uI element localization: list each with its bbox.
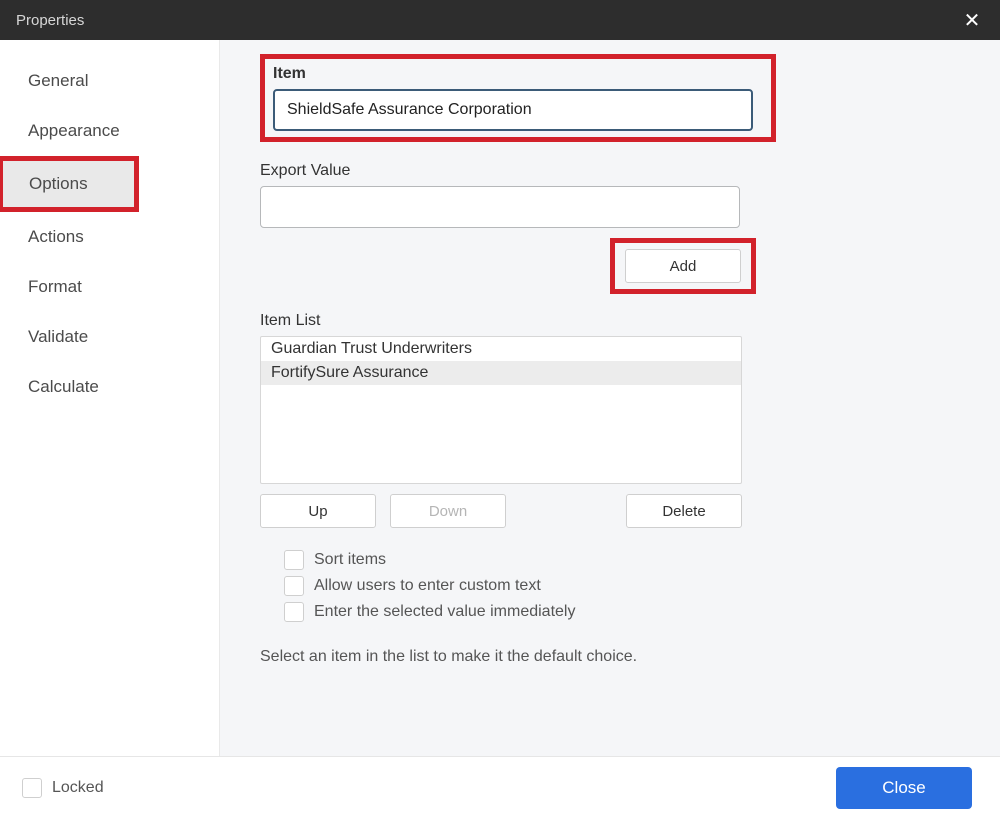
sidebar-item-general[interactable]: General [0, 56, 219, 106]
add-button[interactable]: Add [625, 249, 741, 283]
sidebar: General Appearance Options Actions Forma… [0, 40, 220, 756]
main-panel: Item Export Value Add Item List Guardian… [220, 40, 1000, 756]
close-icon[interactable]: ✕ [960, 8, 984, 33]
close-button[interactable]: Close [836, 767, 972, 809]
list-item[interactable]: Guardian Trust Underwriters [261, 337, 741, 361]
sidebar-item-format[interactable]: Format [0, 262, 219, 312]
sidebar-item-label: Options [29, 174, 88, 193]
body-area: General Appearance Options Actions Forma… [0, 40, 1000, 756]
allow-custom-label: Allow users to enter custom text [314, 577, 541, 595]
sidebar-item-appearance[interactable]: Appearance [0, 106, 219, 156]
sidebar-item-label: General [28, 71, 88, 90]
enter-immediately-row: Enter the selected value immediately [284, 602, 960, 622]
sidebar-item-label: Calculate [28, 377, 99, 396]
export-value-input[interactable] [260, 186, 740, 228]
item-list-label: Item List [260, 312, 960, 330]
sort-items-label: Sort items [314, 551, 386, 569]
sort-items-row: Sort items [284, 550, 960, 570]
export-value-label: Export Value [260, 162, 960, 180]
item-list-box[interactable]: Guardian Trust Underwriters FortifySure … [260, 336, 742, 484]
sidebar-item-validate[interactable]: Validate [0, 312, 219, 362]
down-button: Down [390, 494, 506, 528]
sidebar-item-label: Actions [28, 227, 84, 246]
item-label: Item [273, 65, 763, 83]
sidebar-item-label: Appearance [28, 121, 120, 140]
enter-immediately-label: Enter the selected value immediately [314, 603, 575, 621]
list-item[interactable]: FortifySure Assurance [261, 361, 741, 385]
footer: Locked Close [0, 756, 1000, 819]
locked-checkbox[interactable] [22, 778, 42, 798]
checkbox-group: Sort items Allow users to enter custom t… [284, 550, 960, 622]
locked-label: Locked [52, 779, 104, 797]
highlight-box-options: Options [0, 156, 139, 212]
up-button[interactable]: Up [260, 494, 376, 528]
item-input[interactable] [273, 89, 753, 131]
delete-button[interactable]: Delete [626, 494, 742, 528]
sidebar-item-calculate[interactable]: Calculate [0, 362, 219, 412]
highlight-box-item: Item [260, 54, 776, 142]
item-section: Item [260, 54, 960, 142]
title-bar: Properties ✕ [0, 0, 1000, 40]
default-choice-hint: Select an item in the list to make it th… [260, 648, 960, 666]
export-section: Export Value Add [260, 162, 960, 294]
enter-immediately-checkbox[interactable] [284, 602, 304, 622]
sidebar-item-label: Validate [28, 327, 88, 346]
item-list-section: Item List Guardian Trust Underwriters Fo… [260, 312, 960, 666]
window-title: Properties [16, 12, 84, 29]
sidebar-item-actions[interactable]: Actions [0, 212, 219, 262]
highlight-box-add: Add [610, 238, 756, 294]
allow-custom-row: Allow users to enter custom text [284, 576, 960, 596]
list-button-row: Up Down Delete [260, 494, 742, 528]
sidebar-item-label: Format [28, 277, 82, 296]
allow-custom-checkbox[interactable] [284, 576, 304, 596]
sort-items-checkbox[interactable] [284, 550, 304, 570]
sidebar-item-options[interactable]: Options [3, 161, 134, 207]
